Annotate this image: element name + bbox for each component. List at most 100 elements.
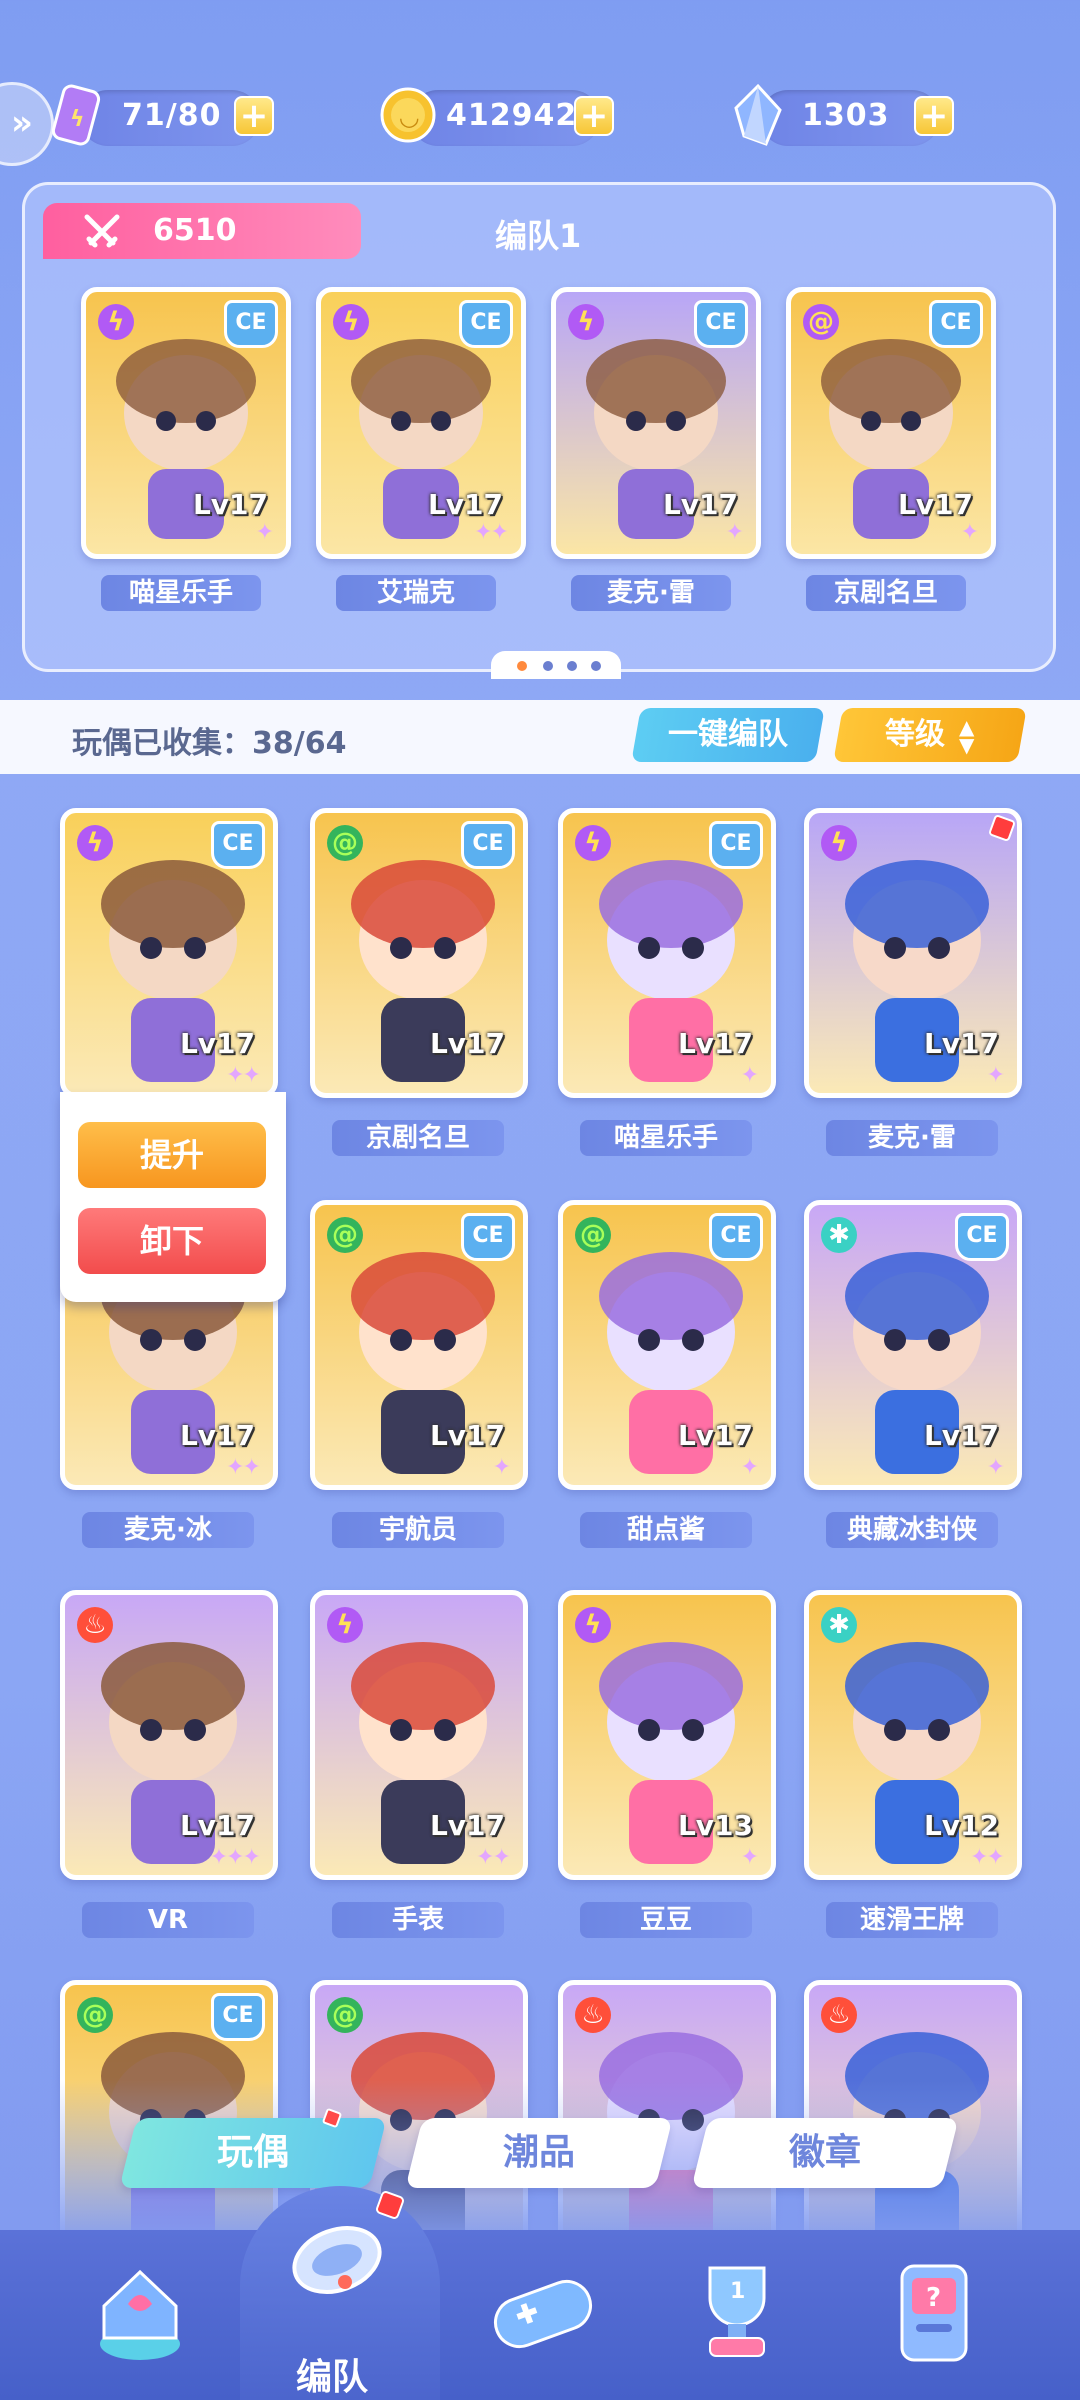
doll-name: 麦克·雷	[826, 1120, 998, 1156]
nav-team-label: 编队	[296, 2357, 369, 2398]
star-rating-icon: ✦✦✦	[209, 1845, 261, 1870]
doll-name: 豆豆	[580, 1902, 752, 1938]
fire-element-icon: ♨	[575, 1997, 611, 2033]
lightning-element-icon: ϟ	[327, 1607, 363, 1643]
ce-badge-icon: CE	[709, 821, 763, 869]
tab-trendy-label: 潮品	[502, 2132, 575, 2173]
team-member-name: 喵星乐手	[101, 575, 261, 611]
trophy-icon: 1	[708, 2266, 766, 2357]
doll-level: Lv17	[179, 1027, 255, 1060]
doll-level: Lv17	[677, 1027, 753, 1060]
svg-text:◡: ◡	[400, 103, 419, 131]
team-member-card[interactable]: ϟ CE Lv17 ✦✦	[316, 287, 526, 559]
wind-element-icon: @	[327, 1217, 363, 1253]
doll-level: Lv17	[179, 1809, 255, 1842]
tab-trendy-items[interactable]: 潮品	[405, 2118, 673, 2188]
doll-level: Lv17	[429, 1419, 505, 1452]
star-rating-icon: ✦	[986, 1455, 1005, 1480]
doll-name: 速滑王牌	[826, 1902, 998, 1938]
doll-card[interactable]: ϟ CE Lv17 ✦✦	[60, 808, 278, 1098]
sort-arrows-icon: ▲ ▼	[959, 714, 975, 757]
card-action-popup: 提升 卸下	[60, 1092, 286, 1302]
doll-name: 京剧名旦	[332, 1120, 504, 1156]
add-coins-button[interactable]: +	[574, 96, 614, 136]
page-dot-active	[517, 661, 527, 671]
star-rating-icon: ✦✦	[226, 1455, 261, 1480]
doll-card[interactable]: @ CE Lv17 ✦	[310, 1200, 528, 1490]
gem-value: 1303	[802, 98, 890, 133]
doll-card[interactable]: ϟ Lv13 ✦	[558, 1590, 776, 1880]
doll-level: Lv17	[923, 1419, 999, 1452]
sort-by-level-button[interactable]: 等级 ▲ ▼	[833, 708, 1027, 762]
page-dot	[543, 661, 553, 671]
star-rating-icon: ✦	[960, 520, 979, 545]
doll-level: Lv12	[923, 1809, 999, 1842]
ce-badge-icon: CE	[224, 300, 278, 348]
wind-element-icon: @	[327, 825, 363, 861]
doll-card[interactable]: @ CE Lv17	[310, 808, 528, 1098]
doll-card[interactable]: ✱ CE Lv17 ✦	[804, 1200, 1022, 1490]
resource-bar: » ϟ 71/80 + ◡ 412942 + 1303 +	[0, 80, 1080, 166]
team-member-card[interactable]: ϟ CE Lv17 ✦	[551, 287, 761, 559]
nav-home[interactable]	[80, 2246, 210, 2376]
collection-bar: 玩偶已收集：38/64 一键编队 等级 ▲ ▼	[0, 700, 1080, 774]
one-key-team-button[interactable]: 一键编队	[631, 708, 825, 762]
star-rating-icon: ✦	[740, 1063, 759, 1088]
energy-bottle-icon: ϟ	[51, 84, 101, 146]
add-gems-button[interactable]: +	[914, 96, 954, 136]
doll-card[interactable]: ϟ CE Lv17 ✦	[558, 808, 776, 1098]
doll-card[interactable]: ϟ Lv17 ✦	[804, 808, 1022, 1098]
wind-element-icon: @	[327, 1997, 363, 2033]
ce-badge-icon: CE	[709, 1213, 763, 1261]
doll-card[interactable]: @ CE Lv17 ✦	[558, 1200, 776, 1490]
team-member-level: Lv17	[192, 488, 268, 521]
coin-value: 412942	[446, 98, 578, 133]
ice-element-icon: ✱	[821, 1217, 857, 1253]
team-power-value: 6510	[153, 213, 237, 248]
tab-dolls-label: 玩偶	[216, 2132, 289, 2173]
doll-level: Lv13	[677, 1809, 753, 1842]
star-rating-icon: ✦	[492, 1455, 511, 1480]
svg-text:?: ?	[926, 2283, 941, 2313]
tab-badges-label: 徽章	[788, 2132, 861, 2173]
doll-level: Lv17	[429, 1809, 505, 1842]
crossed-swords-icon	[84, 214, 120, 248]
team-page-indicator[interactable]	[491, 651, 621, 679]
nav-play[interactable]	[478, 2246, 608, 2376]
team-member-card[interactable]: ϟ CE Lv17 ✦	[81, 287, 291, 559]
tab-dolls[interactable]: 玩偶	[119, 2118, 387, 2188]
team-member-level: Lv17	[897, 488, 973, 521]
fire-element-icon: ♨	[821, 1997, 857, 2033]
svg-text:1: 1	[730, 2279, 745, 2304]
svg-text:ϟ: ϟ	[70, 107, 85, 132]
team-member-card[interactable]: @ CE Lv17 ✦	[786, 287, 996, 559]
tab-badges[interactable]: 徽章	[691, 2118, 959, 2188]
one-key-team-label: 一键编队	[668, 717, 788, 752]
ce-badge-icon: CE	[955, 1213, 1009, 1261]
team-member-name: 京剧名旦	[806, 575, 966, 611]
wind-element-icon: @	[77, 1997, 113, 2033]
doll-level: Lv17	[429, 1027, 505, 1060]
page-dot	[567, 661, 577, 671]
star-rating-icon: ✦✦	[970, 1845, 1005, 1870]
ce-badge-icon: CE	[929, 300, 983, 348]
lightning-element-icon: ϟ	[98, 304, 134, 340]
nav-team[interactable]	[275, 2190, 405, 2320]
unload-button[interactable]: 卸下	[78, 1208, 266, 1274]
doll-level: Lv17	[677, 1419, 753, 1452]
add-stamina-button[interactable]: +	[234, 96, 274, 136]
nav-trophy[interactable]: 1	[672, 2246, 802, 2376]
doll-card[interactable]: ♨ Lv17 ✦✦✦	[60, 1590, 278, 1880]
doll-level: Lv17	[179, 1419, 255, 1452]
upgrade-button[interactable]: 提升	[78, 1122, 266, 1188]
crystal-icon	[734, 83, 782, 146]
doll-name: 宇航员	[332, 1512, 504, 1548]
ce-badge-icon: CE	[211, 1993, 265, 2041]
gamepad-icon	[494, 2279, 592, 2349]
doll-card[interactable]: ✱ Lv12 ✦✦	[804, 1590, 1022, 1880]
doll-name: 麦克·冰	[82, 1512, 254, 1548]
doll-card[interactable]: ϟ Lv17 ✦✦	[310, 1590, 528, 1880]
nav-mystery[interactable]: ?	[870, 2246, 1000, 2376]
stamina-counter: ϟ 71/80 +	[51, 84, 274, 146]
fire-element-icon: ♨	[77, 1607, 113, 1643]
